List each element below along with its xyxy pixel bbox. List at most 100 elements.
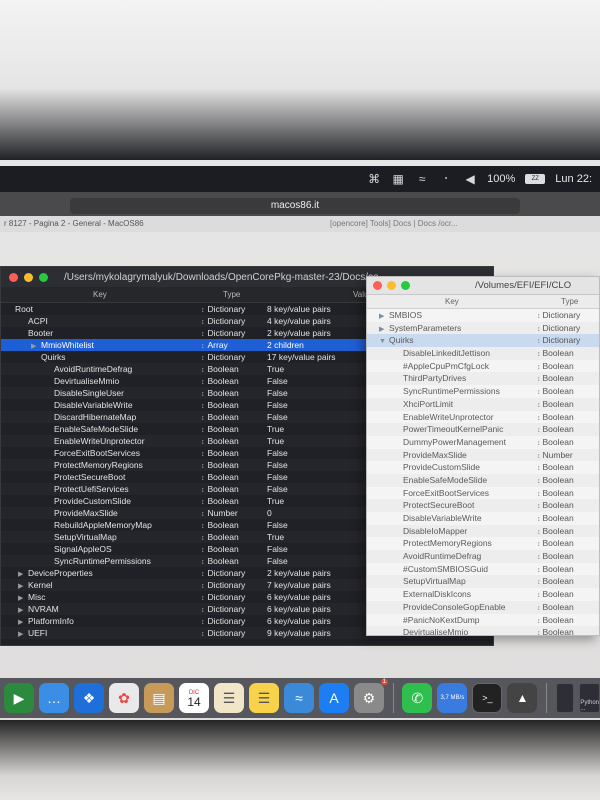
row-type[interactable]: Dictionary xyxy=(201,627,246,641)
calendar-icon[interactable]: DIC 14 xyxy=(179,683,209,713)
outline-row[interactable]: #CustomSMBIOSGuidBoolean xyxy=(367,563,599,576)
column-type[interactable]: Type xyxy=(561,297,578,306)
window-thumbnail[interactable] xyxy=(555,683,575,713)
app-store-icon[interactable]: A xyxy=(319,683,349,713)
outline-row[interactable]: PowerTimeoutKernelPanicBoolean xyxy=(367,423,599,436)
outline-row[interactable]: XhciPortLimitBoolean xyxy=(367,397,599,411)
row-key: PowerTimeoutKernelPanic xyxy=(403,423,503,436)
outline-row[interactable]: ProvideCustomSlideBoolean xyxy=(367,461,599,474)
minimize-button[interactable] xyxy=(387,281,396,290)
clock[interactable]: Lun 22: xyxy=(555,173,592,185)
tab-macos86[interactable]: r 8127 - Pagina 2 - General - MacOS86 xyxy=(4,219,144,228)
outline-row[interactable]: ProtectMemoryRegionsBoolean xyxy=(367,537,599,550)
outline-row[interactable]: #PanicNoKextDumpBoolean xyxy=(367,614,599,627)
row-key: DisableLinkeditJettison xyxy=(403,347,490,360)
battery-percent[interactable]: 100% xyxy=(487,173,515,185)
close-button[interactable] xyxy=(9,272,18,282)
row-value[interactable]: 2 key/value pairs xyxy=(267,567,331,579)
grid-icon[interactable]: ▦ xyxy=(391,172,405,186)
row-value[interactable]: 6 key/value pairs xyxy=(267,591,331,603)
outline-row[interactable]: EnableSafeModeSlideBoolean xyxy=(367,473,599,487)
system-preferences-icon[interactable]: ⚙ 1 xyxy=(354,679,388,713)
row-value[interactable]: False xyxy=(267,375,288,387)
zoom-button[interactable] xyxy=(39,272,48,282)
row-key-label: Booter xyxy=(28,328,54,338)
row-value[interactable]: False xyxy=(267,471,288,483)
row-value[interactable]: False xyxy=(267,555,288,567)
volume-icon[interactable]: ◀ xyxy=(463,172,477,186)
zoom-button[interactable] xyxy=(401,281,410,290)
row-value[interactable]: False xyxy=(267,519,288,531)
row-value[interactable]: 17 key/value pairs xyxy=(267,351,336,363)
rocket-icon[interactable]: ▲ xyxy=(507,683,538,713)
outline-row[interactable]: DisableVariableWriteBoolean xyxy=(367,512,599,525)
safari-icon[interactable]: ❖ xyxy=(74,683,104,713)
row-value[interactable]: False xyxy=(267,411,288,423)
row-value[interactable]: False xyxy=(267,483,288,495)
row-value[interactable]: True xyxy=(267,531,284,543)
row-value[interactable]: True xyxy=(267,363,284,375)
notes-icon[interactable]: ☰ xyxy=(214,683,244,713)
disclosure-triangle-icon[interactable]: ▶ xyxy=(18,629,28,641)
row-value[interactable]: 2 children xyxy=(267,339,304,351)
tab-docs[interactable]: [opencore] Tools] Docs | Docs /ocr... xyxy=(330,216,458,232)
column-key[interactable]: Key xyxy=(445,297,459,306)
messages-icon[interactable]: … xyxy=(39,683,69,713)
terminal-icon[interactable]: >_ xyxy=(472,683,503,713)
whatsapp-icon[interactable]: ✆ xyxy=(402,683,433,713)
row-value[interactable]: 7 key/value pairs xyxy=(267,579,331,591)
outline-row[interactable]: DisableLinkeditJettisonBoolean xyxy=(367,347,599,360)
photos-icon[interactable]: ✿ xyxy=(109,683,139,713)
network-monitor-icon[interactable]: 3,7 MB/s xyxy=(437,683,468,713)
row-value[interactable]: 6 key/value pairs xyxy=(267,603,331,615)
row-value[interactable]: True xyxy=(267,435,284,447)
outline-row[interactable]: ProvideMaxSlideNumber xyxy=(367,448,599,462)
outline-row[interactable]: SetupVirtualMapBoolean xyxy=(367,575,599,589)
column-type[interactable]: Type xyxy=(223,290,240,299)
outline-row[interactable]: ▼QuirksDictionary xyxy=(367,334,599,348)
window-thumbnail[interactable]: Python ... xyxy=(579,683,600,713)
row-type[interactable]: Boolean xyxy=(537,626,574,635)
row-value[interactable]: 8 key/value pairs xyxy=(267,303,331,315)
row-value[interactable]: False xyxy=(267,447,288,459)
outline-row[interactable]: EnableWriteUnprotectorBoolean xyxy=(367,411,599,424)
row-value[interactable]: 9 key/value pairs xyxy=(267,627,331,639)
column-key[interactable]: Key xyxy=(93,290,107,299)
wifi-icon[interactable]: ≈ xyxy=(415,172,429,186)
airdrop-icon[interactable]: ≈ xyxy=(284,683,314,713)
row-value[interactable]: False xyxy=(267,399,288,411)
outline-row[interactable]: AvoidRuntimeDefragBoolean xyxy=(367,550,599,563)
facetime-icon[interactable]: ▶ xyxy=(4,683,34,713)
row-value[interactable]: True xyxy=(267,423,284,435)
row-value[interactable]: False xyxy=(267,387,288,399)
row-value[interactable]: 6 key/value pairs xyxy=(267,615,331,627)
outline-row[interactable]: ExternalDiskIconsBoolean xyxy=(367,588,599,601)
command-icon[interactable]: ⌘ xyxy=(367,172,381,186)
row-value[interactable]: True xyxy=(267,495,284,507)
outline-row[interactable]: ▶SystemParametersDictionary xyxy=(367,321,599,335)
outline-row[interactable]: ProtectSecureBootBoolean xyxy=(367,499,599,512)
row-value[interactable]: False xyxy=(267,459,288,471)
contacts-icon[interactable]: ▤ xyxy=(144,683,174,713)
outline-row[interactable]: ▶SMBIOSDictionary xyxy=(367,309,599,322)
reminders-icon[interactable]: ☰ xyxy=(249,683,279,713)
row-key-label: MmioWhitelist xyxy=(41,340,94,350)
row-key-label: AvoidRuntimeDefrag xyxy=(403,551,482,562)
outline-row[interactable]: ThirdPartyDrivesBoolean xyxy=(367,372,599,386)
row-value[interactable]: 4 key/value pairs xyxy=(267,315,331,327)
outline-row[interactable]: DevirtualiseMmio Boolean xyxy=(367,626,599,635)
minimize-button[interactable] xyxy=(24,272,33,282)
outline-row[interactable]: #AppleCpuPmCfgLockBoolean xyxy=(367,360,599,373)
row-value[interactable]: 0 xyxy=(267,507,272,519)
outline-row[interactable]: SyncRuntimePermissionsBoolean xyxy=(367,385,599,398)
close-button[interactable] xyxy=(373,281,382,290)
bluetooth-icon[interactable]: ᛫ xyxy=(439,172,453,186)
outline-row[interactable]: DummyPowerManagementBoolean xyxy=(367,436,599,449)
row-key-label: ForceExitBootServices xyxy=(54,448,140,458)
row-value[interactable]: False xyxy=(267,543,288,555)
address-bar[interactable]: macos86.it xyxy=(70,198,520,214)
outline-row[interactable]: ForceExitBootServicesBoolean xyxy=(367,487,599,500)
outline-row[interactable]: ProvideConsoleGopEnableBoolean xyxy=(367,600,599,614)
row-value[interactable]: 2 key/value pairs xyxy=(267,327,331,339)
outline-row[interactable]: DisableIoMapperBoolean xyxy=(367,524,599,538)
